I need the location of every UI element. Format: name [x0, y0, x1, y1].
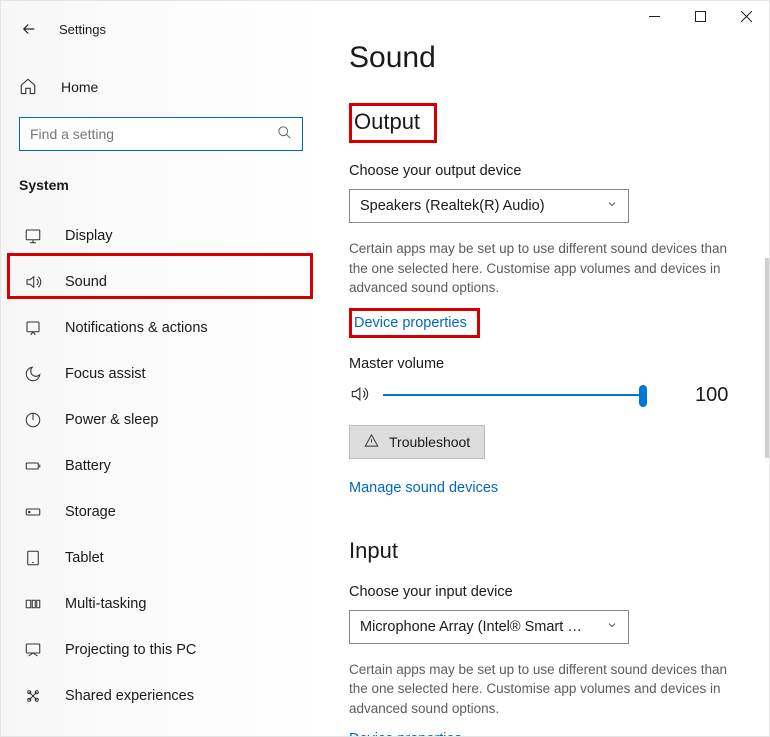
tablet-icon	[23, 549, 43, 567]
power-sleep-icon	[23, 411, 43, 429]
back-button[interactable]	[13, 13, 45, 45]
sidebar-item-projecting[interactable]: Projecting to this PC	[1, 627, 321, 673]
sidebar-item-battery[interactable]: Battery	[1, 443, 321, 489]
section-label: System	[1, 151, 321, 203]
sidebar-item-label: Power & sleep	[65, 412, 159, 428]
projecting-icon	[23, 641, 43, 659]
input-device-dropdown[interactable]: Microphone Array (Intel® Smart So...	[349, 610, 629, 644]
home-button[interactable]: Home	[1, 67, 321, 107]
notifications-icon	[23, 319, 43, 337]
output-device-properties-link[interactable]: Device properties	[354, 315, 467, 331]
manage-sound-devices-link[interactable]: Manage sound devices	[349, 480, 498, 496]
sidebar-item-label: Notifications & actions	[65, 320, 208, 336]
display-icon	[23, 227, 43, 245]
sidebar-item-multitasking[interactable]: Multi-tasking	[1, 581, 321, 627]
sidebar-item-label: Tablet	[65, 550, 104, 566]
sidebar-item-label: Sound	[65, 274, 107, 290]
sidebar-item-notifications[interactable]: Notifications & actions	[1, 305, 321, 351]
maximize-button[interactable]	[677, 1, 723, 31]
sidebar-item-label: Display	[65, 228, 113, 244]
annotation-device-props-highlight: Device properties	[349, 308, 480, 338]
multitasking-icon	[23, 595, 43, 613]
main-content: Sound Output Choose your output device S…	[321, 1, 769, 736]
sidebar-item-storage[interactable]: Storage	[1, 489, 321, 535]
sidebar-item-display[interactable]: Display	[1, 213, 321, 259]
annotation-output-highlight: Output	[349, 103, 437, 143]
input-heading: Input	[349, 538, 741, 564]
chevron-down-icon	[606, 619, 618, 635]
window-title: Settings	[59, 22, 106, 37]
sidebar-item-focus-assist[interactable]: Focus assist	[1, 351, 321, 397]
sidebar-item-label: Multi-tasking	[65, 596, 146, 612]
search-input-wrap[interactable]	[19, 117, 303, 151]
home-label: Home	[61, 79, 98, 95]
nav-list: Display Sound Notifications & actions Fo…	[1, 213, 321, 719]
window-controls	[631, 1, 769, 31]
master-volume-label: Master volume	[349, 356, 741, 372]
sidebar-item-label: Projecting to this PC	[65, 642, 196, 658]
input-device-selected: Microphone Array (Intel® Smart So...	[360, 619, 590, 635]
storage-icon	[23, 503, 43, 521]
sidebar-item-label: Focus assist	[65, 366, 146, 382]
page-title: Sound	[349, 41, 741, 75]
master-volume-slider[interactable]	[383, 385, 643, 405]
input-device-properties-link[interactable]: Device properties	[349, 731, 462, 736]
sidebar-item-label: Shared experiences	[65, 688, 194, 704]
troubleshoot-button[interactable]: Troubleshoot	[349, 425, 485, 459]
warning-icon	[364, 433, 379, 451]
focus-assist-icon	[23, 365, 43, 383]
output-heading: Output	[354, 109, 420, 135]
volume-icon[interactable]	[349, 384, 373, 407]
home-icon	[19, 77, 41, 98]
scrollbar[interactable]	[765, 258, 769, 458]
output-note: Certain apps may be set up to use differ…	[349, 239, 741, 298]
sidebar: Settings Home System Display	[1, 1, 321, 736]
sidebar-item-label: Storage	[65, 504, 116, 520]
output-device-dropdown[interactable]: Speakers (Realtek(R) Audio)	[349, 189, 629, 223]
chevron-down-icon	[606, 198, 618, 214]
sidebar-item-sound[interactable]: Sound	[1, 259, 321, 305]
troubleshoot-label: Troubleshoot	[389, 434, 470, 450]
master-volume-value: 100	[695, 384, 728, 407]
close-button[interactable]	[723, 1, 769, 31]
sidebar-item-shared-experiences[interactable]: Shared experiences	[1, 673, 321, 719]
sound-icon	[23, 273, 43, 291]
output-device-selected: Speakers (Realtek(R) Audio)	[360, 198, 545, 214]
minimize-button[interactable]	[631, 1, 677, 31]
search-icon	[277, 125, 292, 143]
sidebar-item-label: Battery	[65, 458, 111, 474]
output-choose-label: Choose your output device	[349, 163, 741, 179]
sidebar-item-tablet[interactable]: Tablet	[1, 535, 321, 581]
sidebar-item-power-sleep[interactable]: Power & sleep	[1, 397, 321, 443]
input-choose-label: Choose your input device	[349, 584, 741, 600]
battery-icon	[23, 457, 43, 475]
shared-experiences-icon	[23, 687, 43, 705]
search-input[interactable]	[30, 126, 277, 142]
input-note: Certain apps may be set up to use differ…	[349, 660, 741, 719]
